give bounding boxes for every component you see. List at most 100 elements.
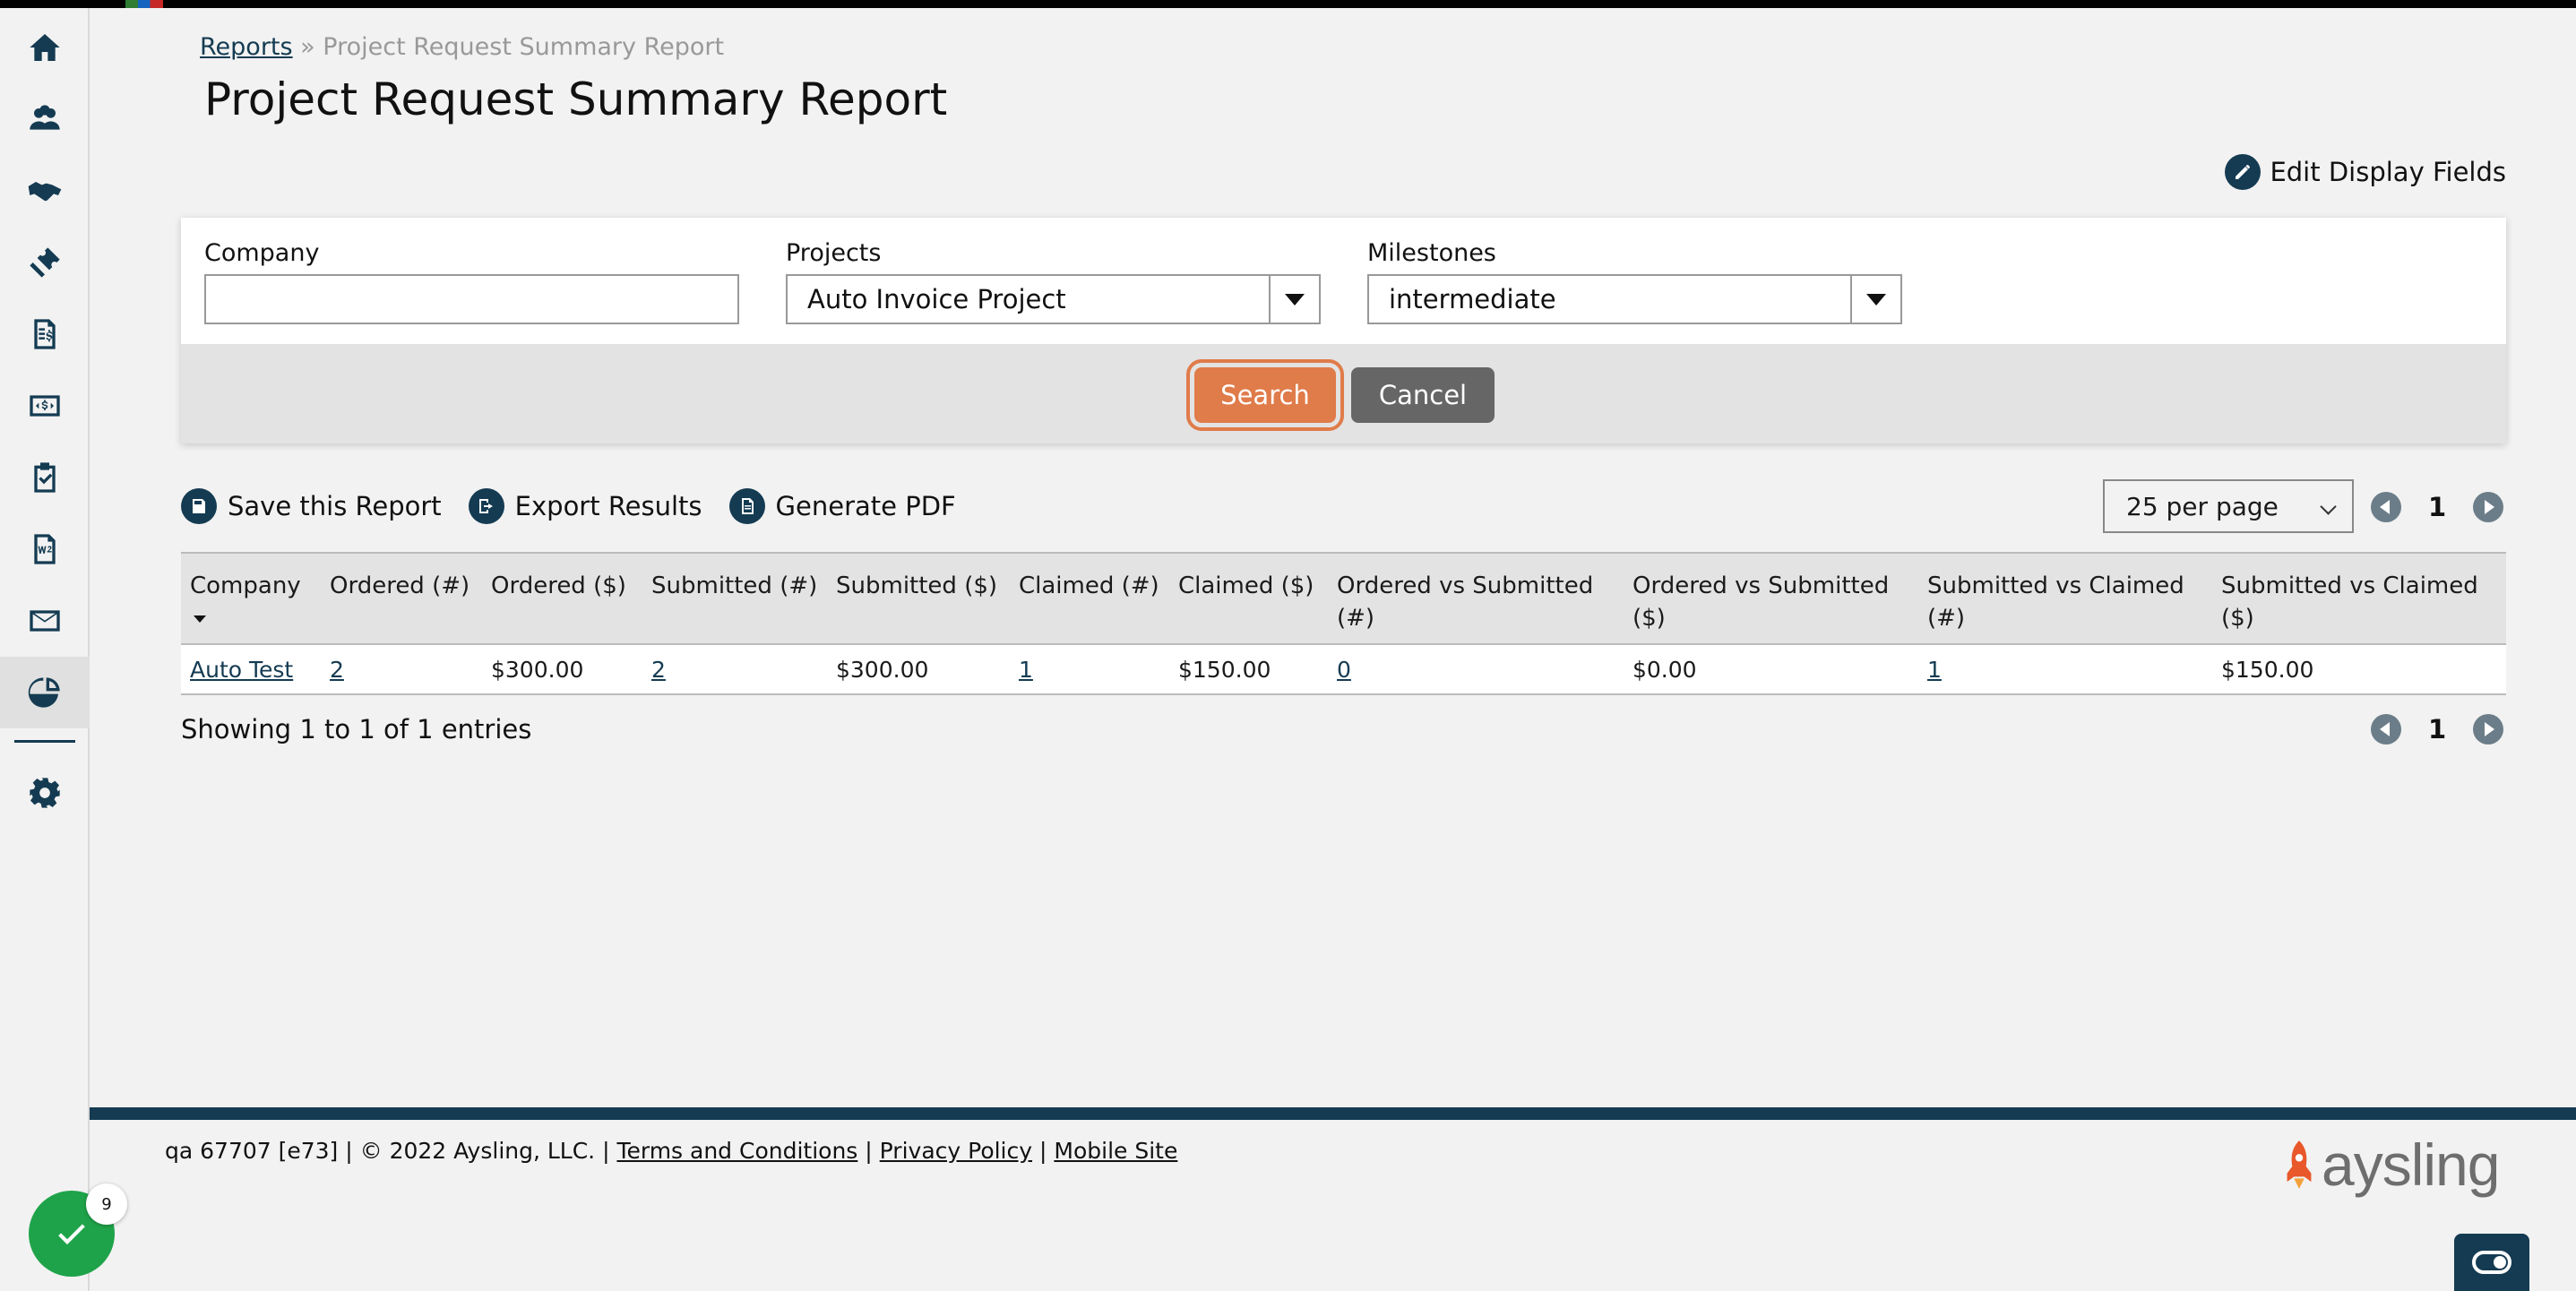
submitted-count-link[interactable]: 2 bbox=[651, 657, 666, 683]
cell-claimed-amount: $150.00 bbox=[1169, 644, 1328, 695]
col-ordered-amount[interactable]: Ordered ($) bbox=[482, 552, 642, 645]
chevron-down-icon[interactable] bbox=[1850, 276, 1900, 323]
prev-page-icon[interactable] bbox=[2371, 492, 2401, 522]
chevron-down-icon[interactable] bbox=[1269, 276, 1319, 323]
sidebar-item-clients[interactable] bbox=[0, 155, 90, 227]
export-icon bbox=[468, 488, 504, 524]
col-submitted-count[interactable]: Submitted (#) bbox=[642, 552, 827, 645]
cell-submitted-vs-claimed-count: 1 bbox=[1918, 644, 2212, 695]
col-claimed-count[interactable]: Claimed (#) bbox=[1010, 552, 1169, 645]
mobile-site-link[interactable]: Mobile Site bbox=[1054, 1138, 1177, 1164]
export-results-button[interactable]: Export Results bbox=[468, 488, 702, 524]
prev-page-icon[interactable] bbox=[2371, 714, 2401, 744]
cell-ordered-vs-submitted-count: 0 bbox=[1328, 644, 1624, 695]
sidebar-item-invoices[interactable] bbox=[0, 298, 90, 370]
export-results-label: Export Results bbox=[514, 491, 702, 521]
sidebar bbox=[0, 8, 90, 1291]
current-page: 1 bbox=[2428, 492, 2447, 522]
terms-link[interactable]: Terms and Conditions bbox=[616, 1138, 857, 1164]
col-submitted-vs-claimed-count[interactable]: Submitted vs Claimed (#) bbox=[1918, 552, 2212, 645]
col-ordered-count[interactable]: Ordered (#) bbox=[321, 552, 482, 645]
report-table: Company Ordered (#) Ordered ($) Submitte… bbox=[181, 552, 2506, 695]
footer: qa 67707 [e73] | © 2022 Aysling, LLC. | … bbox=[165, 1138, 1177, 1164]
footer-bar bbox=[90, 1107, 2576, 1120]
search-button[interactable]: Search bbox=[1186, 359, 1344, 431]
mail-icon bbox=[30, 610, 60, 632]
current-page: 1 bbox=[2428, 714, 2447, 744]
col-claimed-amount[interactable]: Claimed ($) bbox=[1169, 552, 1328, 645]
col-submitted-amount[interactable]: Submitted ($) bbox=[827, 552, 1010, 645]
cell-ordered-amount: $300.00 bbox=[482, 644, 642, 695]
edit-display-fields-button[interactable]: Edit Display Fields bbox=[2225, 154, 2506, 190]
col-company[interactable]: Company bbox=[181, 552, 321, 645]
bottom-pagination: 1 bbox=[2371, 714, 2504, 744]
save-report-button[interactable]: Save this Report bbox=[181, 488, 442, 524]
edit-display-fields-label: Edit Display Fields bbox=[2270, 157, 2506, 187]
ticket-icon bbox=[30, 247, 60, 278]
sidebar-item-settings[interactable] bbox=[0, 757, 90, 829]
sidebar-item-tickets[interactable] bbox=[0, 227, 90, 298]
projects-label: Projects bbox=[786, 239, 882, 267]
milestones-filter: Milestones intermediate bbox=[1367, 239, 1902, 324]
reports-icon bbox=[28, 677, 60, 708]
rocket-icon bbox=[2287, 1140, 2312, 1189]
next-page-icon[interactable] bbox=[2473, 714, 2504, 744]
cell-ordered-count: 2 bbox=[321, 644, 482, 695]
ordered-count-link[interactable]: 2 bbox=[330, 657, 344, 683]
company-input[interactable] bbox=[204, 274, 739, 324]
invoice-icon bbox=[34, 319, 56, 349]
submitted-vs-claimed-count-link[interactable]: 1 bbox=[1927, 657, 1942, 683]
sidebar-item-tasks[interactable] bbox=[0, 442, 90, 513]
ordered-vs-submitted-count-link[interactable]: 0 bbox=[1337, 657, 1351, 683]
col-ordered-vs-submitted-amount[interactable]: Ordered vs Submitted ($) bbox=[1624, 552, 1918, 645]
sidebar-item-people[interactable] bbox=[0, 83, 90, 155]
breadcrumb-separator: » bbox=[300, 33, 315, 61]
generate-pdf-button[interactable]: Generate PDF bbox=[728, 488, 956, 524]
sidebar-divider bbox=[14, 740, 75, 743]
sort-desc-icon bbox=[194, 615, 206, 623]
generate-pdf-label: Generate PDF bbox=[775, 491, 956, 521]
breadcrumb-reports-link[interactable]: Reports bbox=[200, 33, 293, 61]
filter-actions: Search Cancel bbox=[181, 344, 2506, 443]
home-icon bbox=[30, 34, 60, 61]
notification-count-badge: 9 bbox=[86, 1183, 127, 1225]
cell-company: Auto Test bbox=[181, 644, 321, 695]
money-icon bbox=[30, 395, 60, 417]
per-page-select[interactable]: 25 per page bbox=[2103, 479, 2354, 533]
col-ordered-vs-submitted-count[interactable]: Ordered vs Submitted (#) bbox=[1328, 552, 1624, 645]
company-filter: Company bbox=[204, 239, 739, 324]
top-bar bbox=[0, 0, 2576, 8]
breadcrumb: Reports » Project Request Summary Report bbox=[200, 33, 724, 61]
cell-submitted-amount: $300.00 bbox=[827, 644, 1010, 695]
gear-icon bbox=[30, 778, 60, 808]
claimed-count-link[interactable]: 1 bbox=[1019, 657, 1033, 683]
cancel-button[interactable]: Cancel bbox=[1351, 367, 1495, 423]
toggle-widget[interactable] bbox=[2454, 1234, 2529, 1291]
col-submitted-vs-claimed-amount[interactable]: Submitted vs Claimed ($) bbox=[2212, 552, 2506, 645]
breadcrumb-current: Project Request Summary Report bbox=[323, 33, 725, 61]
next-page-icon[interactable] bbox=[2473, 492, 2504, 522]
sidebar-item-home[interactable] bbox=[0, 12, 90, 83]
handshake-icon bbox=[28, 182, 62, 202]
cell-claimed-count: 1 bbox=[1010, 644, 1169, 695]
clipboard-icon bbox=[34, 462, 56, 493]
page-title: Project Request Summary Report bbox=[204, 73, 948, 125]
brand-wordmark: aysling bbox=[2322, 1132, 2500, 1198]
save-icon bbox=[181, 488, 217, 524]
per-page-value: 25 per page bbox=[2126, 491, 2279, 521]
sidebar-item-reports[interactable] bbox=[0, 657, 90, 728]
privacy-link[interactable]: Privacy Policy bbox=[880, 1138, 1032, 1164]
report-toolbar: Save this Report Export Results Generate… bbox=[181, 488, 956, 524]
cell-ordered-vs-submitted-amount: $0.00 bbox=[1624, 644, 1918, 695]
toggle-icon bbox=[2472, 1251, 2511, 1274]
sidebar-item-messages[interactable] bbox=[0, 585, 90, 657]
company-link[interactable]: Auto Test bbox=[190, 657, 293, 683]
entries-info: Showing 1 to 1 of 1 entries bbox=[181, 714, 532, 744]
users-icon bbox=[30, 105, 60, 130]
milestones-select[interactable]: intermediate bbox=[1367, 274, 1902, 324]
projects-select[interactable]: Auto Invoice Project bbox=[786, 274, 1321, 324]
sidebar-item-w2[interactable] bbox=[0, 513, 90, 585]
sidebar-item-payments[interactable] bbox=[0, 370, 90, 442]
company-label: Company bbox=[204, 239, 320, 267]
milestones-value: intermediate bbox=[1389, 284, 1556, 314]
